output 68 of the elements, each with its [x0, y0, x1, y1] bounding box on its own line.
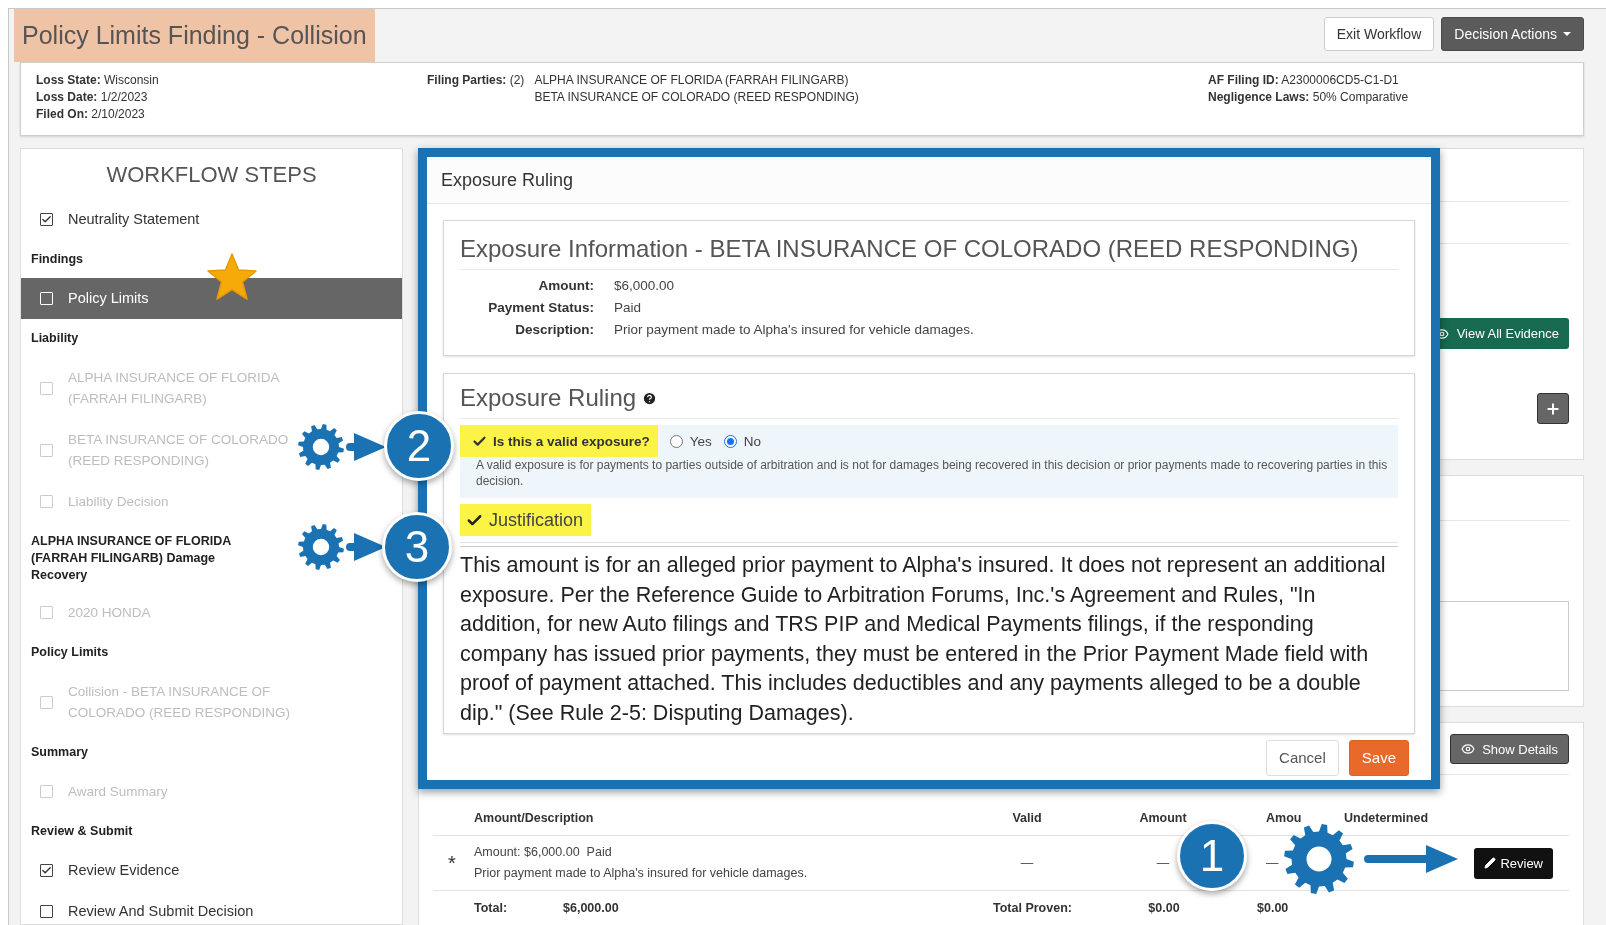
justification-field[interactable]: This amount is for an alleged prior payment to Alpha's insured. It does not represent an additional exposure. Per the Reference Guide to Arbitration Forums, Inc.'s Agreement and Rules, "In addition, for new Auto filings and TRS PIP and Medical Payments filings, if the responding company has issued prior payments, they must be entered in the Prior Payment Made field with proof of payment attached. This includes deductibles and any payments alleged to be a double dip." (See Rule 2-5: Disputing Damages).: [460, 546, 1398, 729]
checkbox[interactable]: [40, 213, 53, 226]
eye-icon: [1461, 742, 1476, 756]
table-cell-text: —: [1265, 854, 1279, 872]
section-heading: Policy Limits: [30, 644, 110, 661]
show-details-button[interactable]: Show Details: [1450, 734, 1569, 764]
sidebar-title: WORKFLOW STEPS: [105, 161, 318, 189]
section-heading: Summary: [30, 744, 89, 761]
table-cell-text: —: [1156, 854, 1170, 872]
section-heading: Liability: [30, 330, 80, 347]
total-value: $0.00: [1147, 901, 1181, 915]
radio-button[interactable]: [723, 434, 737, 448]
plus-icon: [1545, 400, 1561, 417]
info-field: Loss Date: 1/2/2023: [36, 89, 427, 106]
help-icon: [642, 390, 658, 406]
field-value: Prior payment made to Alpha's insured for vehicle damages.: [614, 322, 975, 337]
amount-text: Amount: $6,000.00 Paid: [473, 844, 612, 861]
field-label: Justification: [489, 509, 584, 531]
section-heading: Review & Submit: [30, 823, 134, 840]
info-label: Filing Parties: (2): [427, 72, 525, 89]
card-title: Exposure Information - BETA INSURANCE OF COLORADO (REED RESPONDING): [460, 235, 1398, 270]
star-icon: [206, 252, 258, 302]
total-value: $0.00: [1256, 901, 1290, 915]
info-field: Filed On: 2/10/2023: [36, 106, 427, 123]
gear-icon: [1284, 824, 1354, 894]
total-label: Total Proven:: [993, 901, 1073, 915]
column-header: Amount/Description: [473, 810, 595, 825]
column-header: Undetermined: [1343, 810, 1430, 825]
review-button[interactable]: Review: [1474, 847, 1553, 879]
question-label: Is this a valid exposure?: [493, 433, 650, 449]
arrow: [346, 433, 386, 461]
table-cell-text: —: [1020, 854, 1034, 872]
caret-icon: [1563, 32, 1571, 36]
gear-icon: [298, 524, 344, 570]
radio-label: Yes: [689, 433, 712, 449]
radio-label: No: [743, 433, 762, 449]
dropdown-button[interactable]: Decision Actions: [1441, 17, 1584, 51]
add-button[interactable]: [1537, 393, 1569, 424]
field-label: Payment Status:: [487, 300, 594, 315]
dialog-title: Exposure Ruling: [427, 157, 1431, 204]
field-label: Description:: [514, 322, 594, 337]
exit-button[interactable]: Exit Workflow: [1323, 17, 1435, 51]
gear-icon: [298, 424, 344, 470]
info-field: Negligence Laws: 50% Comparative: [1208, 89, 1568, 106]
field-label: Amount:: [537, 278, 594, 293]
description-text: Prior payment made to Alpha's insured for vehicle damages.: [473, 865, 808, 882]
field-value: Paid: [614, 300, 643, 315]
column-header: Amou: [1265, 810, 1303, 825]
column-header: Valid: [1011, 810, 1043, 825]
section-heading: Findings: [30, 251, 85, 268]
party-name: BETA INSURANCE OF COLORADO (REED RESPONDING): [534, 89, 860, 106]
pencil-icon: [1484, 857, 1497, 869]
checkbox[interactable]: [40, 905, 53, 918]
party-name: ALPHA INSURANCE OF FLORIDA (FARRAH FILINGARB): [534, 72, 850, 89]
card-title: Exposure Ruling: [460, 384, 637, 412]
info-field: AF Filing ID: A2300006CD5-C1-D1: [1208, 72, 1568, 89]
field-value: $6,000.00: [614, 278, 676, 293]
total-label: Total:: [473, 901, 509, 915]
radio-button[interactable]: [669, 434, 683, 448]
checkbox[interactable]: [40, 864, 53, 877]
section-heading: ALPHA INSURANCE OF FLORIDA (FARRAH FILINGARB) Damage Recovery: [30, 533, 232, 584]
page-title: Policy Limits Finding - Collision: [14, 9, 375, 62]
workflow-step[interactable]: Policy Limits: [21, 278, 402, 319]
info-field: Loss State: Wisconsin: [36, 72, 427, 89]
help-text: A valid exposure is for payments to parties outside of arbitration and is not for damages being recovered in this decision or prior payments made to recovering parties in this decision.: [475, 457, 1388, 489]
row-marker: *: [447, 851, 457, 875]
cancel-button[interactable]: Cancel: [1266, 739, 1339, 776]
total-value: $6,000.00: [563, 901, 620, 915]
